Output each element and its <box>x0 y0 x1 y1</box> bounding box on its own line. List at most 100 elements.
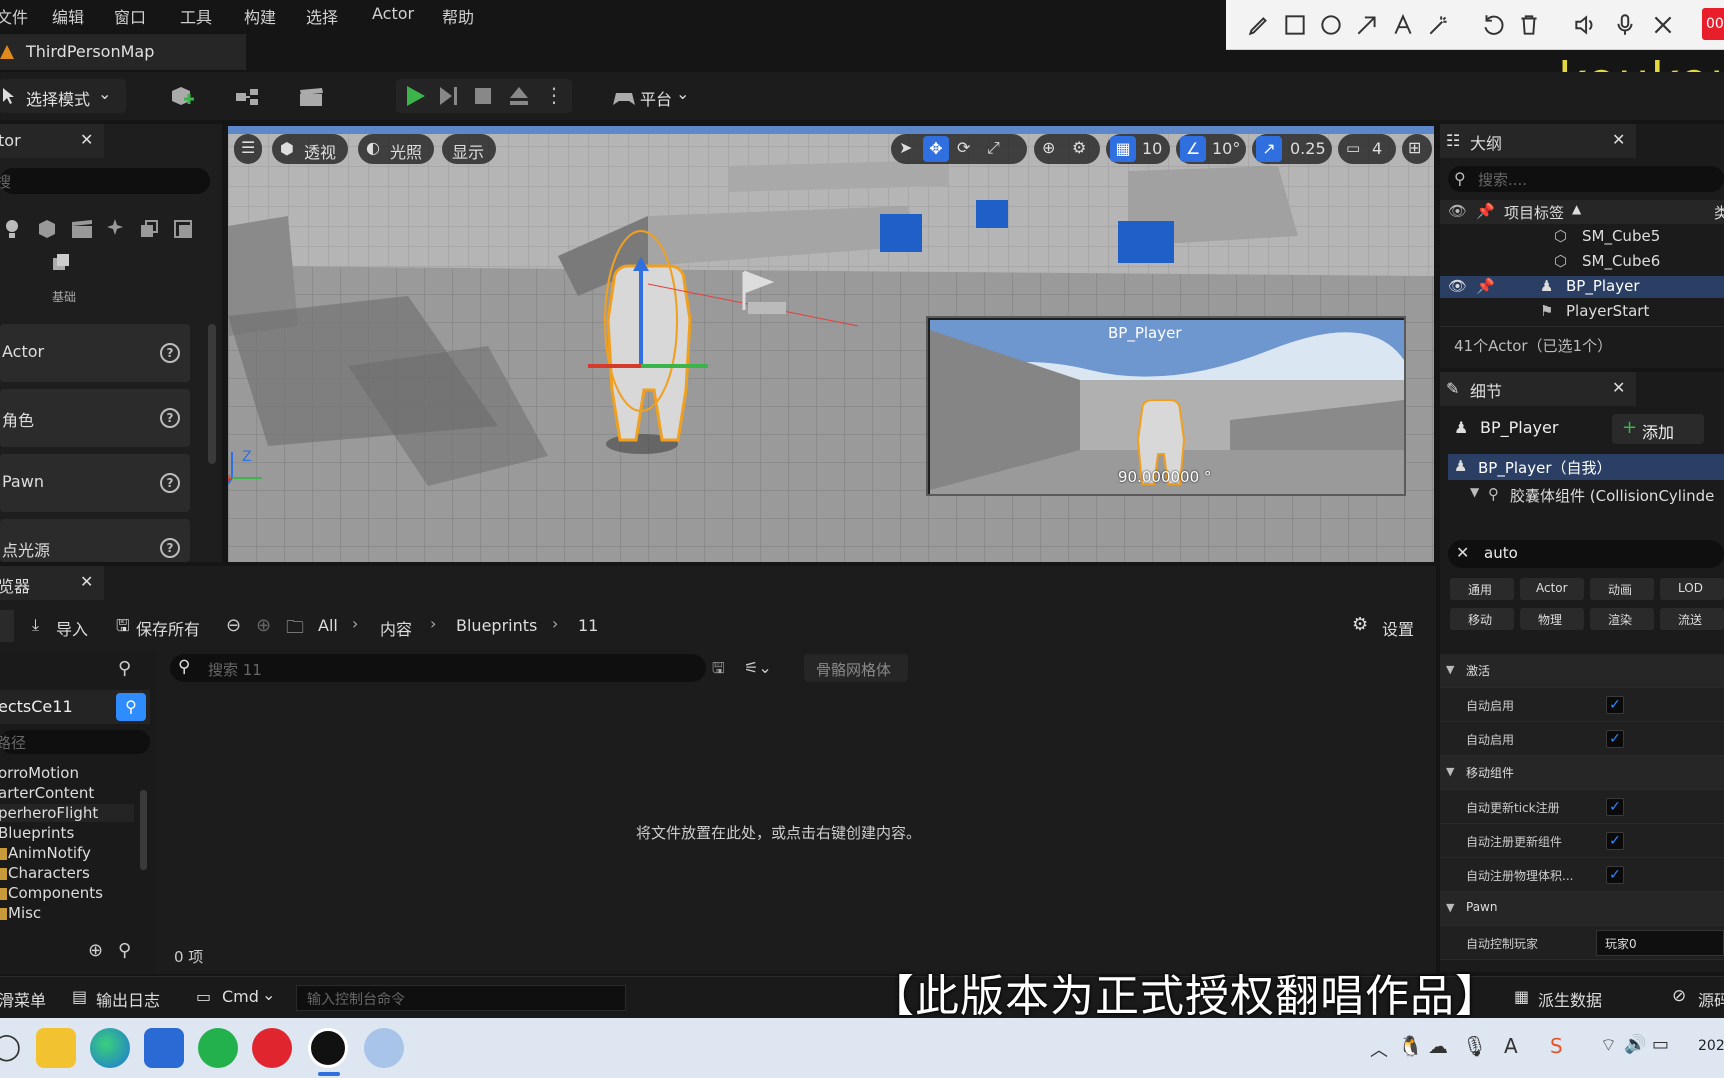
physics-volume-checkbox[interactable]: ✓ <box>1606 866 1624 884</box>
menu-actor[interactable]: Actor <box>372 4 414 23</box>
speaker-icon[interactable] <box>1572 12 1598 38</box>
help-icon[interactable]: ? <box>160 538 180 558</box>
section-header-pawn[interactable]: ▼ Pawn <box>1440 892 1724 926</box>
actor-item-actor[interactable]: Actor ? <box>0 324 190 382</box>
perspective-button[interactable]: ⬢ 透视 <box>272 134 348 164</box>
add-content-button[interactable] <box>160 79 214 113</box>
cinematic-icon[interactable] <box>70 218 94 240</box>
place-actors-tab[interactable]: tor ✕ <box>0 124 104 158</box>
derived-data-button[interactable]: ▦ 派生数据 <box>1504 981 1622 1013</box>
scrollbar[interactable] <box>208 324 216 464</box>
folder-item[interactable]: Blueprints <box>0 824 74 842</box>
menu-window[interactable]: 窗口 <box>114 4 146 28</box>
arrow-icon[interactable] <box>1354 12 1380 38</box>
save-all-button[interactable]: 🖫 保存所有 <box>114 610 214 642</box>
close-icon[interactable]: ✕ <box>1612 378 1625 397</box>
actor-item-point-light[interactable]: 点光源 ? <box>0 519 190 562</box>
blueprint-button[interactable] <box>226 79 280 113</box>
sogou-icon[interactable]: S <box>1550 1034 1563 1058</box>
rotation-snap-button[interactable]: ∠ 10° <box>1176 134 1246 164</box>
circle-icon[interactable] <box>1318 12 1344 38</box>
store-icon[interactable] <box>144 1028 184 1068</box>
mic-icon[interactable]: 🎙 <box>1462 1034 1487 1058</box>
project-row[interactable]: ectsCe11 ⚲ <box>0 690 150 724</box>
scale-tool-icon[interactable]: ⤢ <box>987 138 1000 158</box>
search-icon[interactable]: ◯ <box>0 1032 21 1062</box>
help-icon[interactable]: ? <box>160 343 180 363</box>
breadcrumb-all[interactable]: All <box>318 616 338 635</box>
folder-item[interactable]: Misc <box>8 904 41 922</box>
console-input[interactable]: 输入控制台命令 <box>296 985 626 1011</box>
chevron-up-icon[interactable]: ︿ <box>1370 1036 1388 1062</box>
world-icon[interactable]: ⊕ <box>1042 138 1055 157</box>
magic-wand-icon[interactable] <box>1426 12 1452 38</box>
help-icon[interactable]: ? <box>160 408 180 428</box>
filter-streaming[interactable]: 流送 <box>1660 608 1724 630</box>
battery-icon[interactable]: ▭ <box>1652 1034 1669 1055</box>
outliner-row-selected[interactable]: 👁 📌 ♟ BP_Player <box>1440 276 1724 298</box>
visibility-icon[interactable]: 👁 <box>1448 202 1467 220</box>
volume-icon[interactable]: 🔊 <box>1624 1034 1646 1055</box>
scrollbar[interactable] <box>140 790 147 870</box>
settings-button[interactable]: ⚙ 设置 <box>1350 610 1434 642</box>
filter-movement[interactable]: 移动 <box>1450 608 1514 630</box>
light-icon[interactable] <box>4 218 20 240</box>
source-control-button[interactable]: ⊘ 源码 <box>1664 981 1724 1013</box>
surface-snap-icon[interactable]: ⚙ <box>1072 138 1086 157</box>
cloud-icon[interactable]: ☁ <box>1428 1034 1448 1058</box>
outliner-tab[interactable]: ☷ 大纲 ✕ <box>1440 124 1636 158</box>
import-button[interactable]: ⤓ 导入 <box>30 610 94 642</box>
outliner-row[interactable]: ⚑ PlayerStart <box>1440 301 1724 323</box>
rectangle-icon[interactable] <box>1282 12 1308 38</box>
add-component-button[interactable]: + 添加 <box>1612 414 1704 444</box>
filter-actor[interactable]: Actor <box>1520 578 1584 600</box>
outliner-row[interactable]: ⬡ SM_Cube6 <box>1440 251 1724 273</box>
select-tool-icon[interactable]: ➤ <box>899 138 912 157</box>
folder-item[interactable]: AnimNotify <box>8 844 91 862</box>
folder-item[interactable]: Components <box>8 884 103 902</box>
effects-icon[interactable] <box>104 218 126 240</box>
component-self[interactable]: ♟ BP_Player（自我） <box>1448 454 1724 480</box>
play-icon[interactable] <box>404 85 428 107</box>
camera-speed-button[interactable]: ▭ 4 <box>1338 134 1396 164</box>
volume-icon[interactable] <box>138 218 160 240</box>
filter-general[interactable]: 通用 <box>1450 578 1514 600</box>
step-icon[interactable] <box>438 86 460 106</box>
actor-item-pawn[interactable]: Pawn ? <box>0 454 190 512</box>
show-button[interactable]: 显示 <box>442 134 496 164</box>
path-search-input[interactable]: 路径 <box>0 730 150 754</box>
folder-item[interactable]: arterContent <box>0 784 94 802</box>
viewport-menu-button[interactable]: ☰ <box>234 134 262 164</box>
menu-help[interactable]: 帮助 <box>442 4 474 28</box>
component-capsule[interactable]: ▼ ⚲ 胶囊体组件 (CollisionCylinde <box>1448 482 1724 508</box>
lighting-button[interactable]: ◐ 光照 <box>358 134 434 164</box>
outliner-row[interactable]: ⬡ SM_Cube5 <box>1440 226 1724 248</box>
filter-icon[interactable]: ⚟⌄ <box>744 658 772 677</box>
visibility-icon[interactable]: 👁 <box>1448 277 1467 295</box>
clear-icon[interactable]: ✕ <box>1456 543 1469 562</box>
grid-snap-button[interactable]: ▦ 10 <box>1106 134 1170 164</box>
column-type[interactable]: 类 <box>1714 202 1724 223</box>
tick-registration-checkbox[interactable]: ✓ <box>1606 798 1624 816</box>
asset-search-input[interactable]: ⚲ 搜索 11 <box>170 654 706 682</box>
trash-icon[interactable] <box>1516 12 1542 38</box>
search-icon[interactable]: ⚲ <box>116 693 146 721</box>
close-icon[interactable]: ✕ <box>80 130 93 149</box>
cmd-dropdown[interactable]: ▭ Cmd ⌄ <box>194 981 280 1013</box>
stop-icon[interactable] <box>474 87 492 105</box>
filter-animation[interactable]: 动画 <box>1590 578 1654 600</box>
filter-rendering[interactable]: 渲染 <box>1590 608 1654 630</box>
move-tool-icon[interactable]: ✥ <box>923 136 949 162</box>
output-log-button[interactable]: ▤ 输出日志 <box>70 981 170 1013</box>
edge-browser-icon[interactable] <box>90 1028 130 1068</box>
expand-arrow-icon[interactable]: ▼ <box>1470 485 1479 499</box>
content-drawer-button[interactable]: 滑菜单 <box>0 981 50 1013</box>
all-classes-icon[interactable] <box>172 218 194 240</box>
outliner-search-input[interactable]: ⚲ 搜索.... <box>1448 166 1724 192</box>
menu-tools[interactable]: 工具 <box>180 4 212 28</box>
shape-icon[interactable] <box>36 218 58 240</box>
help-icon[interactable]: ? <box>160 473 180 493</box>
save-search-icon[interactable]: 🖫 <box>712 658 725 683</box>
auto-activate-checkbox[interactable]: ✓ <box>1606 696 1624 714</box>
add-button[interactable] <box>0 610 14 642</box>
